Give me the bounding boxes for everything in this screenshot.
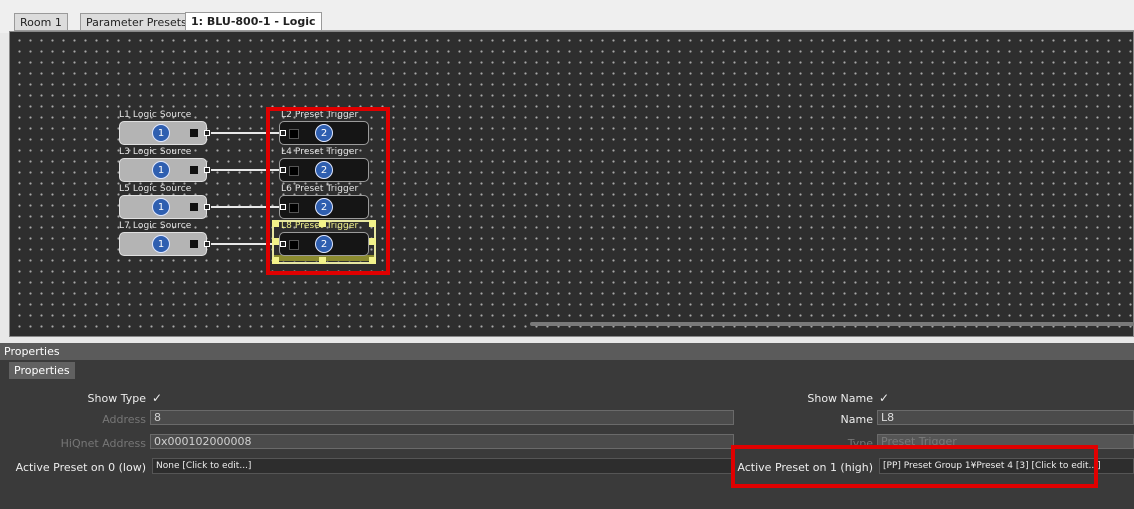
highlight-annotation-active-preset-high xyxy=(731,445,1098,488)
output-node xyxy=(190,240,198,248)
highlight-annotation-triggers xyxy=(266,107,390,275)
output-port[interactable] xyxy=(204,167,210,173)
logic-source-block-l1[interactable]: 1 xyxy=(119,121,210,145)
output-node xyxy=(190,129,198,137)
tab-properties[interactable]: Properties xyxy=(9,362,75,379)
show-type-checkbox[interactable]: ✓ xyxy=(152,391,162,405)
active-preset-low-label: Active Preset on 0 (low) xyxy=(15,461,146,474)
show-name-label: Show Name xyxy=(807,392,873,405)
block-label-l3: L3 Logic Source xyxy=(119,147,192,157)
hiqnet-address-field: 0x000102000008 xyxy=(150,434,734,449)
output-node xyxy=(190,203,198,211)
output-port[interactable] xyxy=(204,241,210,247)
tab-blu-800-logic[interactable]: 1: BLU-800-1 - Logic xyxy=(185,12,322,31)
block-number-badge: 1 xyxy=(152,161,170,179)
active-preset-low-button[interactable]: None [Click to edit...] xyxy=(152,458,734,474)
output-port[interactable] xyxy=(204,130,210,136)
name-field[interactable]: L8 xyxy=(877,410,1134,425)
block-number-badge: 1 xyxy=(152,235,170,253)
hiqnet-address-label: HiQnet Address xyxy=(60,437,146,450)
name-label: Name xyxy=(840,413,873,426)
address-field: 8 xyxy=(150,410,734,425)
logic-source-block-l5[interactable]: 1 xyxy=(119,195,210,219)
output-node xyxy=(190,166,198,174)
document-tab-bar: Room 1 Parameter Presets 1: BLU-800-1 - … xyxy=(0,0,1134,33)
logic-source-block-l7[interactable]: 1 xyxy=(119,232,210,256)
properties-panel-header: Properties xyxy=(0,343,1134,360)
logic-source-block-l3[interactable]: 1 xyxy=(119,158,210,182)
block-number-badge: 1 xyxy=(152,124,170,142)
show-type-label: Show Type xyxy=(87,392,146,405)
block-label-l7: L7 Logic Source xyxy=(119,221,192,231)
tab-room-1[interactable]: Room 1 xyxy=(14,13,68,30)
show-name-checkbox[interactable]: ✓ xyxy=(879,391,889,405)
output-port[interactable] xyxy=(204,204,210,210)
block-number-badge: 1 xyxy=(152,198,170,216)
tab-parameter-presets[interactable]: Parameter Presets xyxy=(80,13,193,30)
block-label-l5: L5 Logic Source xyxy=(119,184,192,194)
block-label-l1: L1 Logic Source xyxy=(119,110,192,120)
address-label: Address xyxy=(102,413,146,426)
logic-design-canvas[interactable]: L1 Logic Source 1 L2 Preset Trigger 2 L3… xyxy=(9,31,1134,337)
canvas-horizontal-scrollbar[interactable] xyxy=(530,322,1134,326)
